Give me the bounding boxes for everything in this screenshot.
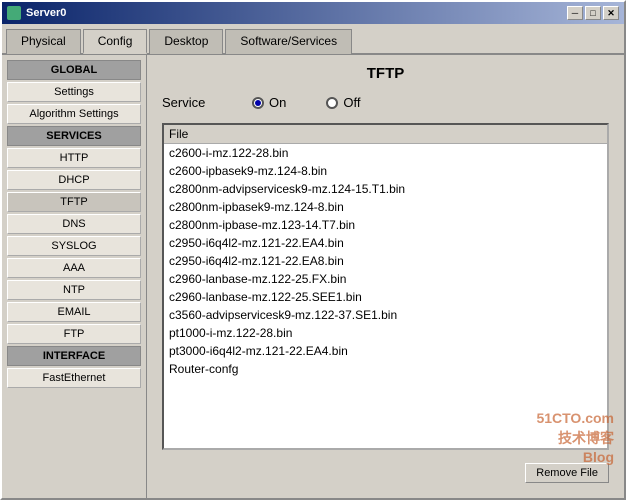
tab-desktop[interactable]: Desktop <box>149 29 223 54</box>
title-bar: Server0 ─ □ ✕ <box>2 2 624 24</box>
file-list[interactable]: c2600-i-mz.122-28.binc2600-ipbasek9-mz.1… <box>164 144 607 448</box>
list-item[interactable]: c2800nm-advipservicesk9-mz.124-15.T1.bin <box>164 180 607 198</box>
radio-off-option[interactable]: Off <box>326 95 360 110</box>
sidebar-item-dns[interactable]: DNS <box>7 214 141 234</box>
watermark-line3: Blog <box>536 448 614 468</box>
sidebar-item-settings[interactable]: Settings <box>7 82 141 102</box>
window-icon <box>7 6 21 20</box>
minimize-button[interactable]: ─ <box>567 6 583 20</box>
list-item[interactable]: pt1000-i-mz.122-28.bin <box>164 324 607 342</box>
tab-physical[interactable]: Physical <box>6 29 81 54</box>
main-panel: TFTP Service On Off File c2600-i-mz.122-… <box>147 55 624 498</box>
radio-off-label: Off <box>343 95 360 110</box>
close-button[interactable]: ✕ <box>603 6 619 20</box>
file-list-container: File c2600-i-mz.122-28.binc2600-ipbasek9… <box>162 123 609 450</box>
window-title-group: Server0 <box>7 6 66 20</box>
radio-on-option[interactable]: On <box>252 95 286 110</box>
list-item[interactable]: c2950-i6q4l2-mz.121-22.EA4.bin <box>164 234 607 252</box>
tabs-bar: Physical Config Desktop Software/Service… <box>2 24 624 55</box>
list-item[interactable]: c3560-advipservicesk9-mz.122-37.SE1.bin <box>164 306 607 324</box>
watermark-line2: 技术博客 <box>536 429 614 449</box>
sidebar-item-syslog[interactable]: SYSLOG <box>7 236 141 256</box>
sidebar-item-algorithm-settings[interactable]: Algorithm Settings <box>7 104 141 124</box>
list-item[interactable]: c2600-ipbasek9-mz.124-8.bin <box>164 162 607 180</box>
radio-group: On Off <box>252 95 609 110</box>
service-label: Service <box>162 95 242 110</box>
sidebar-services-header: SERVICES <box>7 126 141 146</box>
content-area: GLOBAL Settings Algorithm Settings SERVI… <box>2 55 624 498</box>
window-title: Server0 <box>26 7 66 19</box>
sidebar-item-aaa[interactable]: AAA <box>7 258 141 278</box>
list-item[interactable]: c2800nm-ipbasek9-mz.124-8.bin <box>164 198 607 216</box>
main-window: Server0 ─ □ ✕ Physical Config Desktop So… <box>0 0 626 500</box>
list-item[interactable]: c2950-i6q4l2-mz.121-22.EA8.bin <box>164 252 607 270</box>
list-item[interactable]: pt3000-i6q4l2-mz.121-22.EA4.bin <box>164 342 607 360</box>
list-item[interactable]: c2600-i-mz.122-28.bin <box>164 144 607 162</box>
sidebar-item-fastethernet[interactable]: FastEthernet <box>7 368 141 388</box>
list-item[interactable]: Router-confg <box>164 360 607 378</box>
radio-off-circle[interactable] <box>326 97 338 109</box>
file-list-header: File <box>164 125 607 144</box>
sidebar-item-tftp[interactable]: TFTP <box>7 192 141 212</box>
sidebar-item-ftp[interactable]: FTP <box>7 324 141 344</box>
sidebar-item-http[interactable]: HTTP <box>7 148 141 168</box>
service-row: Service On Off <box>162 95 609 110</box>
list-item[interactable]: c2960-lanbase-mz.122-25.FX.bin <box>164 270 607 288</box>
sidebar: GLOBAL Settings Algorithm Settings SERVI… <box>2 55 147 498</box>
window-controls: ─ □ ✕ <box>567 6 619 20</box>
tab-software[interactable]: Software/Services <box>225 29 352 54</box>
panel-title: TFTP <box>162 65 609 82</box>
list-item[interactable]: c2960-lanbase-mz.122-25.SEE1.bin <box>164 288 607 306</box>
tab-config[interactable]: Config <box>83 29 148 54</box>
radio-on-circle[interactable] <box>252 97 264 109</box>
sidebar-item-email[interactable]: EMAIL <box>7 302 141 322</box>
sidebar-global-header: GLOBAL <box>7 60 141 80</box>
maximize-button[interactable]: □ <box>585 6 601 20</box>
sidebar-item-dhcp[interactable]: DHCP <box>7 170 141 190</box>
sidebar-interface-header: INTERFACE <box>7 346 141 366</box>
radio-on-label: On <box>269 95 286 110</box>
watermark-line1: 51CTO.com <box>536 409 614 429</box>
sidebar-item-ntp[interactable]: NTP <box>7 280 141 300</box>
watermark: 51CTO.com 技术博客 Blog <box>536 409 614 468</box>
list-item[interactable]: c2800nm-ipbase-mz.123-14.T7.bin <box>164 216 607 234</box>
